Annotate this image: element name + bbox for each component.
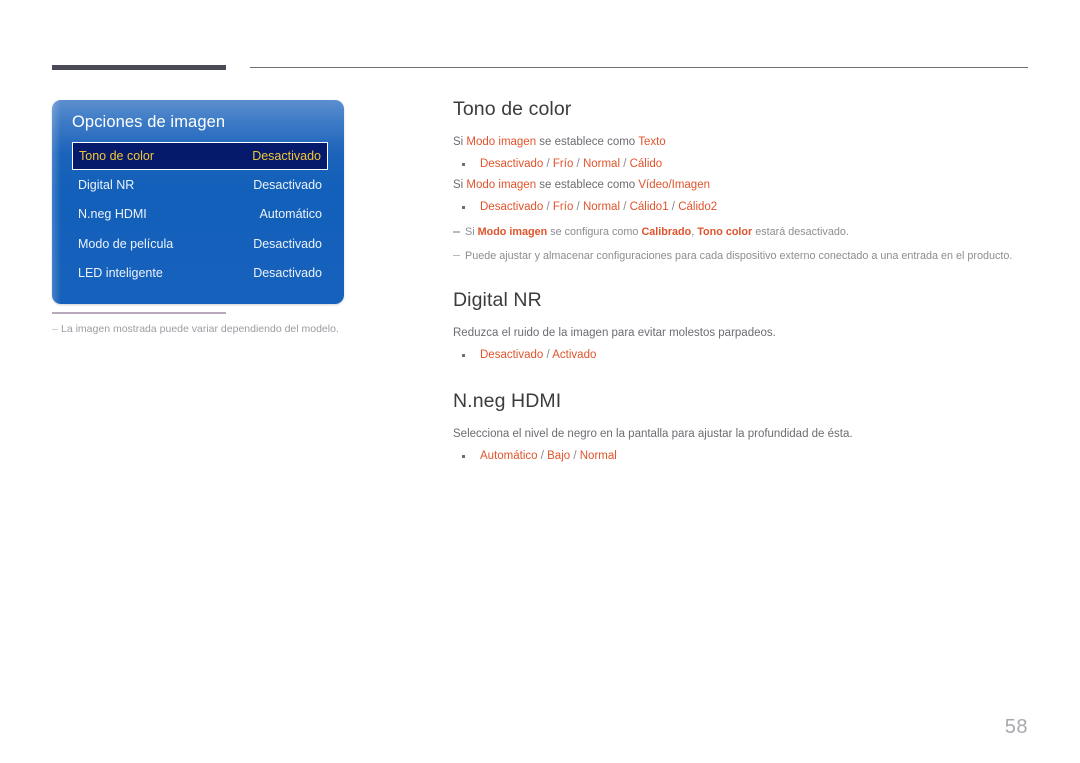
term-calibrado: Calibrado [641,226,692,239]
osd-footnote-text: La imagen mostrada puede variar dependie… [61,323,339,335]
osd-menu-item-label: Tono de color [79,149,155,163]
osd-illustration-column: Opciones de imagen Tono de color Desacti… [52,100,344,335]
osd-menu-item-digital-nr[interactable]: Digital NR Desactivado [72,170,328,200]
page-number: 58 [1004,716,1028,738]
osd-menu-item-label: Digital NR [78,177,135,192]
osd-menu-item-value: Desactivado [253,236,322,251]
options-bullet-texto: Desactivado / Frío / Normal / Cálido [453,154,1028,175]
osd-menu-item-value: Desactivado [252,149,321,163]
option-separator: / [543,201,553,214]
osd-menu-item-value: Desactivado [253,177,322,192]
term-modo-imagen: Modo imagen [466,136,537,149]
options-bullet-video-imagen: Desactivado / Frío / Normal / Cálido1 / … [453,197,1028,218]
section-title: N.neg HDMI [453,389,562,412]
section-nneg-hdmi: N.neg HDMI Selecciona el nivel de negro … [453,390,1028,467]
term-modo-imagen: Modo imagen [477,226,548,239]
term-modo-imagen: Modo imagen [466,179,537,192]
section-description: Reduzca el ruido de la imagen para evita… [453,326,776,339]
option-separator: / [620,201,630,214]
note-calibrado: Si Modo imagen se configura como Calibra… [453,224,1028,241]
condition-middle: se establece como [536,179,639,192]
option-desactivado: Desactivado [480,201,544,214]
option-separator: / [668,201,679,214]
option-separator: / [573,201,583,214]
term-video-imagen: Vídeo/Imagen [638,179,710,192]
option-normal: Normal [582,158,620,171]
option-bajo: Bajo [547,450,571,463]
condition-prefix: Si [453,179,467,192]
option-separator: / [570,450,580,463]
term-texto: Texto [638,136,666,149]
section-title: Tono de color [453,98,572,120]
content-column: Tono de color Si Modo imagen se establec… [453,98,1028,468]
option-calido: Cálido [629,158,663,171]
condition-line-texto: Si Modo imagen se establece como Texto [453,133,1028,153]
header-rule-thin [250,67,1028,68]
osd-footnote-separator [52,312,226,314]
osd-menu-item-label: N.neg HDMI [78,207,147,222]
condition-middle: se establece como [536,136,639,149]
option-desactivado: Desactivado [480,158,544,171]
section-digital-nr: Digital NR Reduzca el ruido de la imagen… [453,289,1028,366]
osd-menu-item-modo-de-pelicula[interactable]: Modo de película Desactivado [72,229,328,259]
option-separator: / [543,348,553,361]
option-separator: / [543,158,553,171]
osd-menu-item-tono-de-color[interactable]: Tono de color Desactivado [72,142,328,170]
option-automatico: Automático [480,450,538,463]
options-bullet-nneg-hdmi: Automático / Bajo / Normal [453,446,1028,467]
option-frio: Frío [552,201,574,214]
option-separator: / [573,158,583,171]
section-description: Selecciona el nivel de negro en la panta… [453,428,853,441]
section-body: Reduzca el ruido de la imagen para evita… [453,324,1028,366]
option-frio: Frío [552,158,574,171]
option-calido1: Cálido1 [629,201,669,214]
option-normal: Normal [582,201,620,214]
header-rule-thick [52,65,226,70]
section-body: Si Modo imagen se establece como Texto D… [453,133,1028,264]
option-separator: / [537,450,548,463]
section-tono-de-color: Tono de color Si Modo imagen se establec… [453,98,1028,265]
options-bullet-digital-nr: Desactivado / Activado [453,345,1028,366]
term-tono-color: Tono color [697,226,753,239]
osd-menu-item-nneg-hdmi[interactable]: N.neg HDMI Automático [72,200,328,230]
osd-menu-item-label: LED inteligente [78,266,163,281]
osd-menu-item-label: Modo de película [78,236,174,251]
note-middle: se configura como [547,226,642,239]
osd-footnote: – La imagen mostrada puede variar dependi… [52,322,352,337]
option-separator: / [620,158,630,171]
footnote-dash-icon: – [52,323,58,335]
option-desactivado: Desactivado [480,348,544,361]
osd-panel: Opciones de imagen Tono de color Desacti… [52,100,344,304]
option-calido2: Cálido2 [678,201,718,214]
osd-menu-item-value: Automático [259,207,322,222]
condition-prefix: Si [453,136,467,149]
page-header-rules [0,0,1080,80]
section-title: Digital NR [453,288,542,311]
note-prefix: Si [465,226,478,239]
condition-line-video-imagen: Si Modo imagen se establece como Vídeo/I… [453,176,1028,196]
osd-menu-item-led-inteligente[interactable]: LED inteligente Desactivado [72,259,328,289]
option-normal: Normal [579,450,617,463]
osd-menu-list: Tono de color Desactivado Digital NR Des… [72,142,328,288]
note-suffix: estará desactivado. [752,226,849,239]
section-body: Selecciona el nivel de negro en la panta… [453,425,1028,467]
osd-panel-title: Opciones de imagen [72,113,226,131]
option-activado: Activado [552,348,597,361]
note-almacenar-configuraciones: Puede ajustar y almacenar configuracione… [453,248,1028,265]
osd-menu-item-value: Desactivado [253,266,322,281]
